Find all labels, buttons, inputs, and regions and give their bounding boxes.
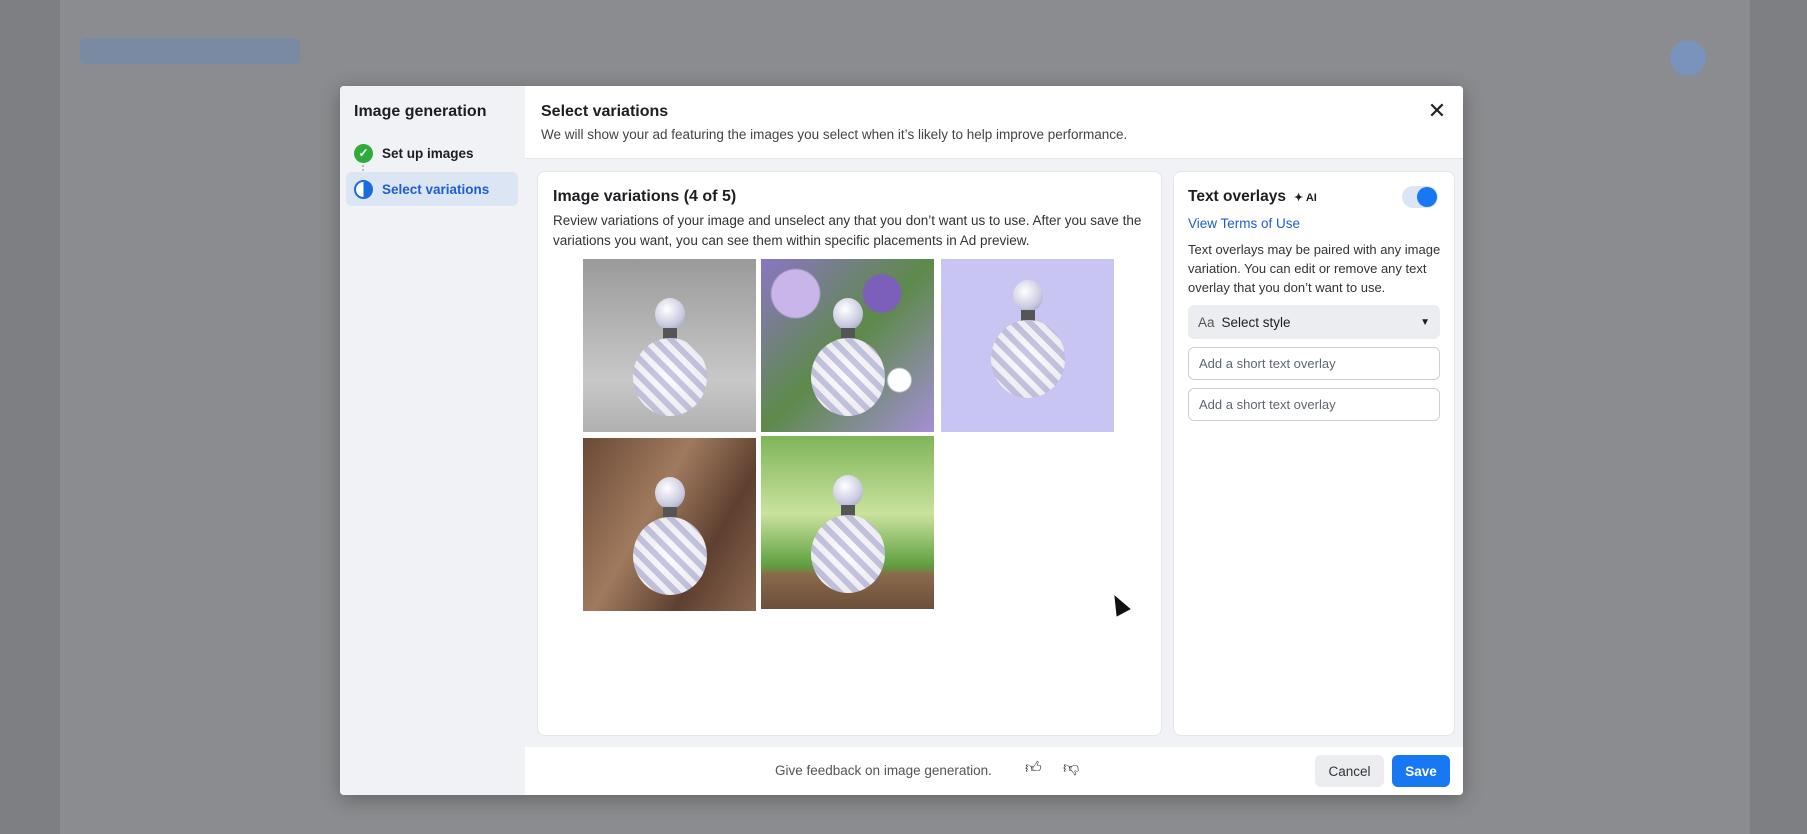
main-panel: Select variations We will show your ad f…: [525, 86, 1463, 795]
ai-badge: AI: [1305, 191, 1317, 204]
close-icon[interactable]: ✕: [1425, 100, 1449, 124]
image-variation-3[interactable]: [941, 259, 1114, 432]
caret-down-icon: ▼: [1420, 316, 1430, 328]
overlays-description: Text overlays may be paired with any ima…: [1188, 242, 1441, 295]
overlays-title: Text overlays: [1188, 188, 1286, 205]
step-label: Select variations: [382, 181, 490, 197]
image-variation-1[interactable]: [583, 259, 756, 432]
save-button[interactable]: Save: [1392, 755, 1450, 787]
thumbs-up-icon[interactable]: 👍︎: [1025, 759, 1042, 778]
view-terms-link[interactable]: View Terms of Use: [1188, 216, 1300, 231]
steps-sidebar: Image generation ✓ Set up images Select …: [340, 86, 525, 795]
image-variation-2[interactable]: [761, 259, 934, 432]
check-circle-icon: ✓: [354, 143, 373, 163]
thumbs-down-icon[interactable]: 👎︎: [1063, 759, 1079, 778]
sidebar-title: Image generation: [354, 103, 487, 120]
style-select[interactable]: Aa Select style ▼: [1188, 305, 1440, 339]
text-overlays-toggle[interactable]: [1402, 186, 1438, 208]
image-variations-card: Image variations (4 of 5) Review variati…: [537, 171, 1162, 736]
dialog-title: Select variations: [541, 103, 669, 120]
image-variation-4[interactable]: [583, 438, 756, 611]
image-generation-dialog: Image generation ✓ Set up images Select …: [340, 86, 1463, 795]
ai-sparkle-icon: ✦ AI: [1293, 191, 1317, 204]
text-overlay-input-1[interactable]: [1188, 347, 1440, 380]
step-set-up-images[interactable]: ✓ Set up images: [346, 136, 518, 170]
variations-description: Review variations of your image and unse…: [553, 213, 1142, 248]
feedback-prompt: Give feedback on image generation.: [775, 763, 992, 778]
background-nav-item: [80, 38, 300, 64]
dialog-header: Select variations We will show your ad f…: [525, 86, 1463, 159]
text-overlay-input-2[interactable]: [1188, 388, 1440, 421]
text-overlays-card: Text overlays ✦ AI View Terms of Use Text…: [1173, 171, 1455, 736]
step-label: Set up images: [382, 145, 474, 161]
dialog-subtitle: We will show your ad featuring the image…: [541, 127, 1128, 142]
step-select-variations[interactable]: Select variations: [346, 172, 518, 206]
cancel-button[interactable]: Cancel: [1315, 755, 1384, 787]
dialog-footer: Give feedback on image generation. 👍︎ 👎︎…: [525, 747, 1463, 795]
font-style-icon: Aa: [1198, 314, 1215, 330]
variations-title: Image variations (4 of 5): [553, 188, 737, 205]
half-circle-progress-icon: [354, 179, 373, 199]
style-select-label: Select style: [1221, 314, 1291, 330]
background-avatar: [1670, 40, 1706, 76]
image-variation-5[interactable]: [761, 436, 934, 609]
